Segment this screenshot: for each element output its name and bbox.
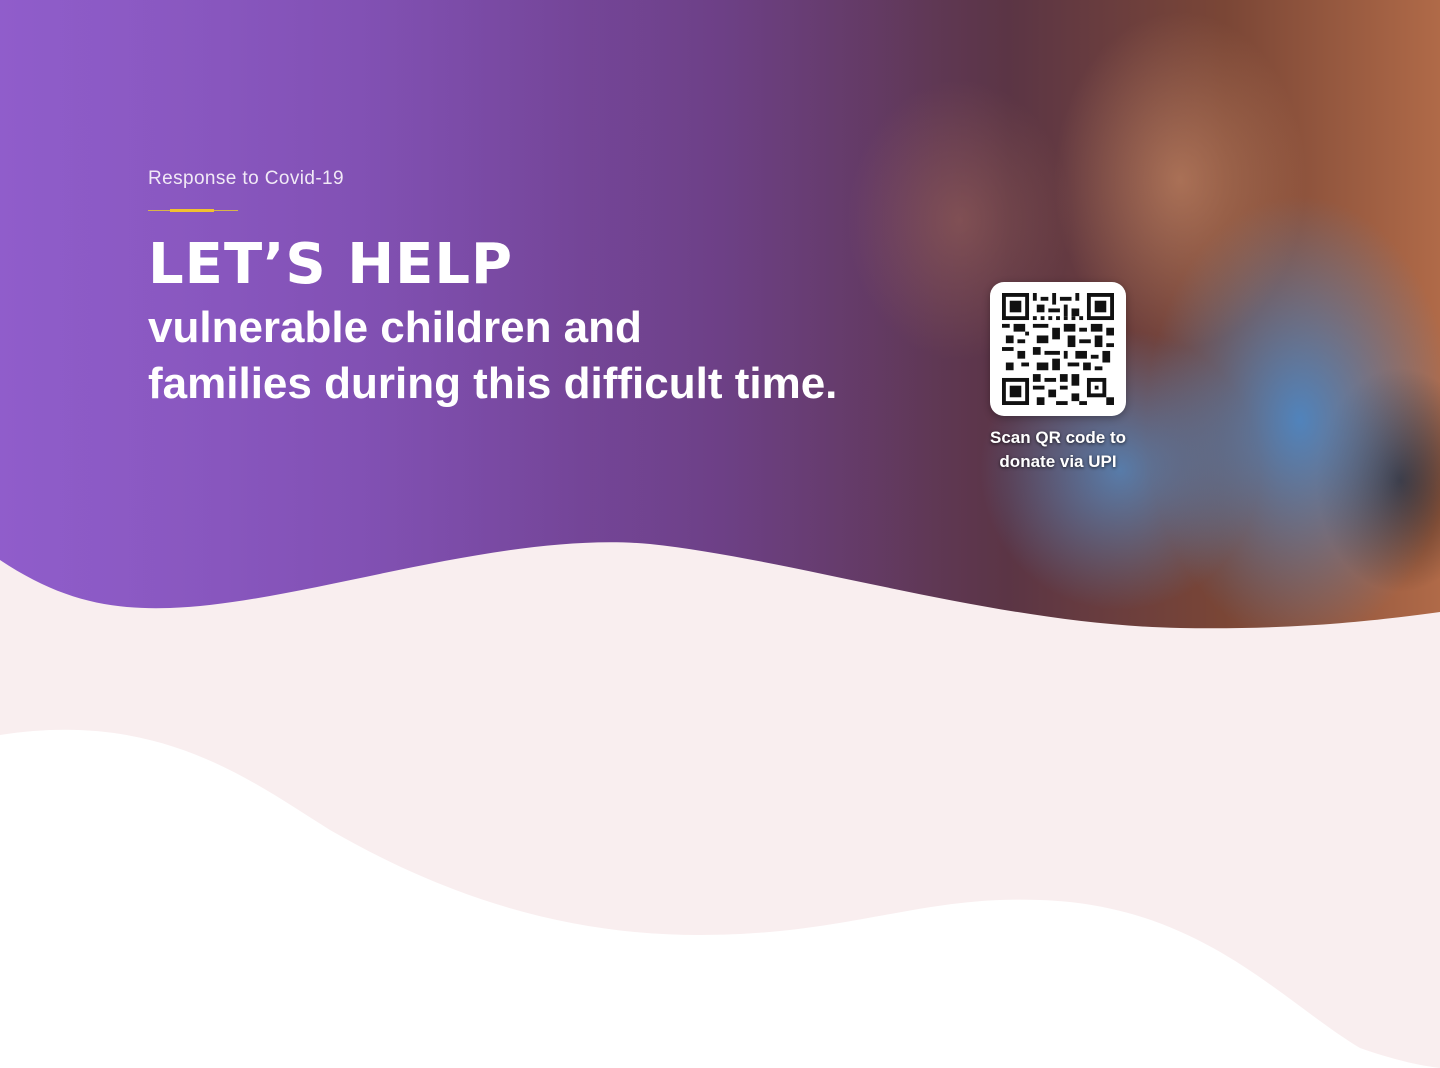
wave-divider: [0, 542, 1440, 1068]
